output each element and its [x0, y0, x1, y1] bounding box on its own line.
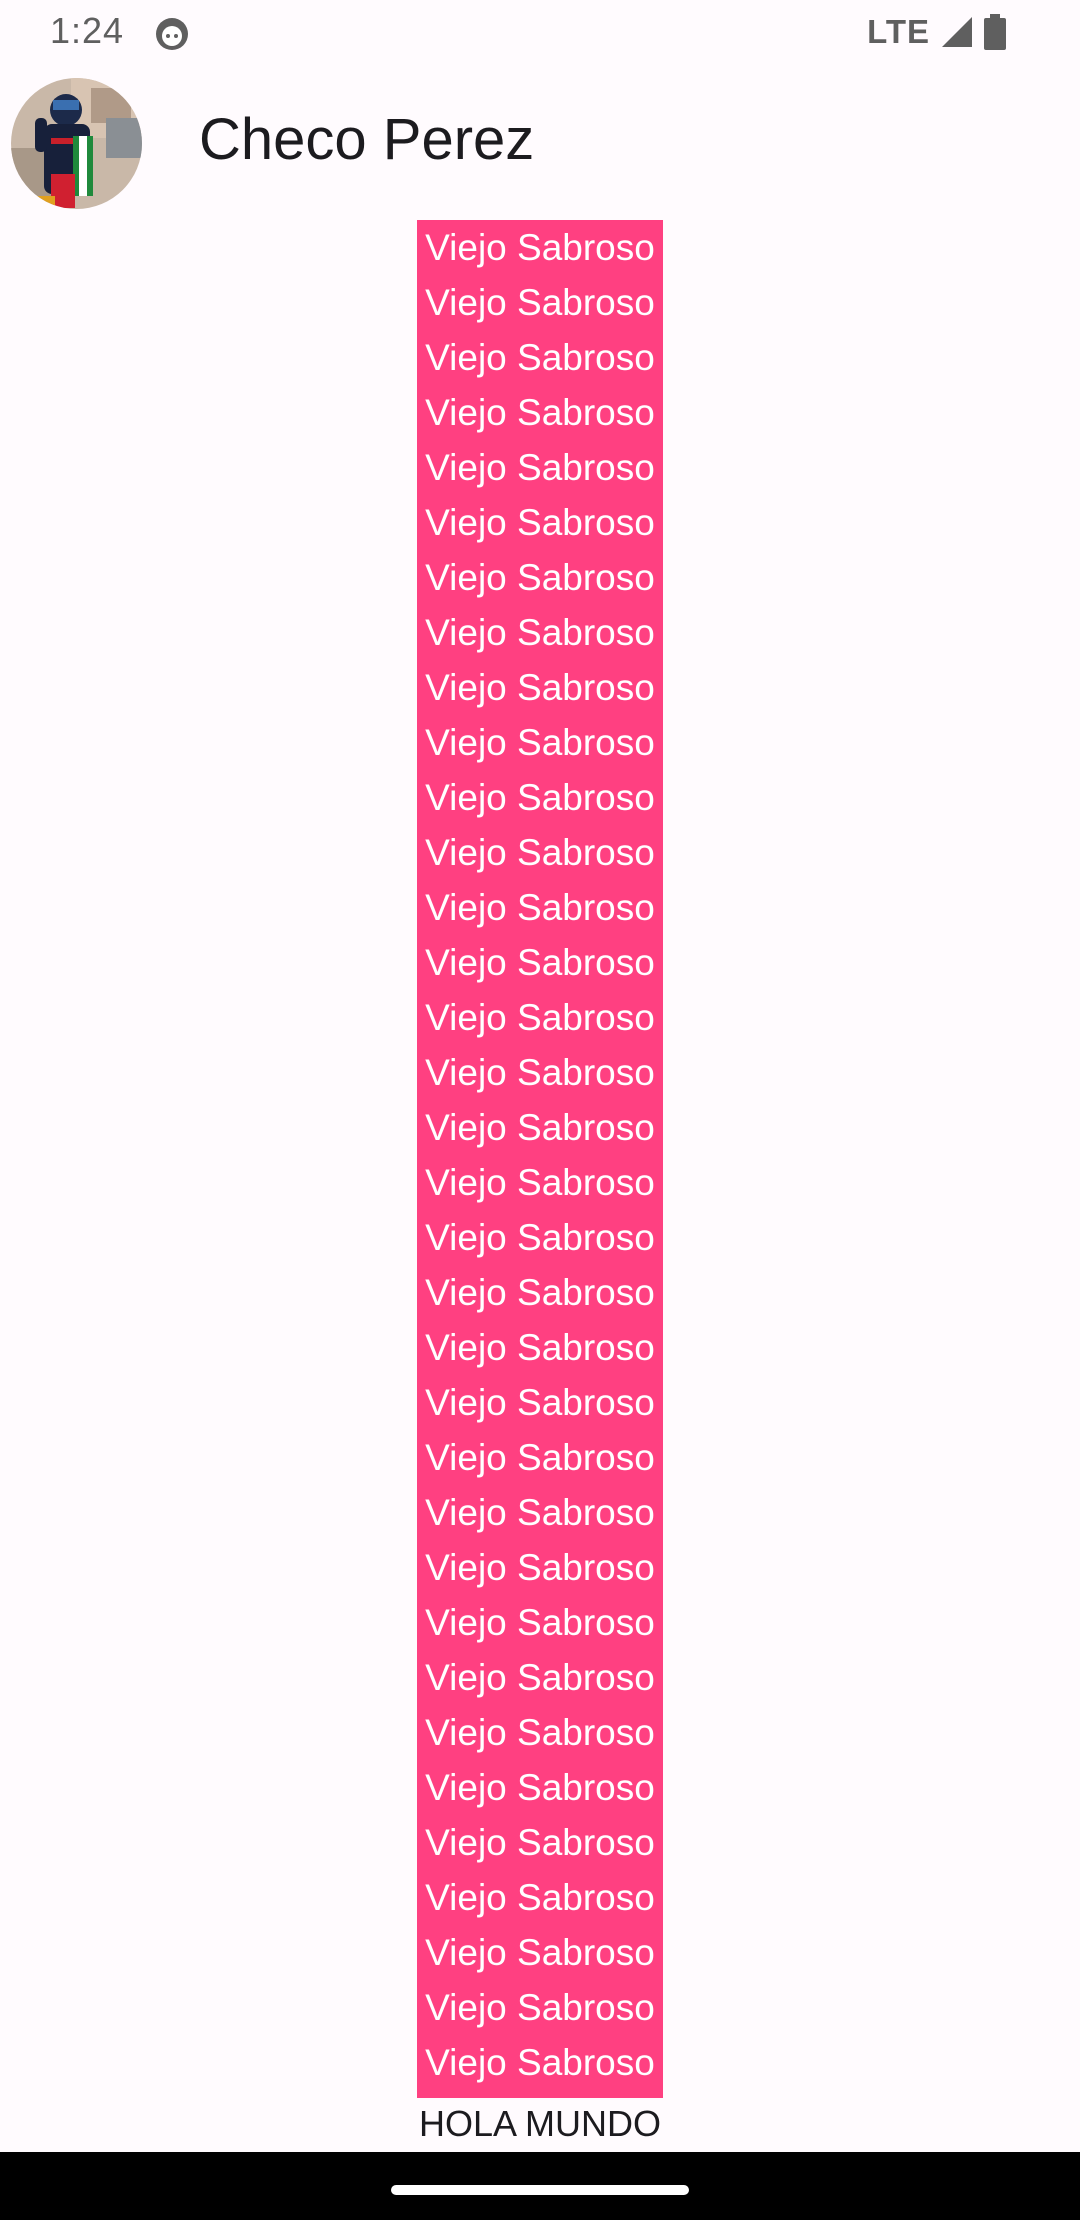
- list-item: Viejo Sabroso: [425, 1052, 655, 1093]
- footer-label: HOLA MUNDO: [418, 2103, 662, 2144]
- list-item: Viejo Sabroso: [425, 1657, 655, 1698]
- item-list[interactable]: Viejo Sabroso Viejo Sabroso Viejo Sabroso V…: [417, 220, 663, 2098]
- avatar[interactable]: [11, 78, 142, 209]
- list-item: Viejo Sabroso: [425, 832, 655, 873]
- list-item: Viejo Sabroso: [425, 1217, 655, 1258]
- list-item: Viejo Sabroso: [425, 227, 655, 268]
- list-item: Viejo Sabroso: [425, 1602, 655, 1643]
- list-item: Viejo Sabroso: [425, 1822, 655, 1863]
- list-item: Viejo Sabroso: [425, 1767, 655, 1808]
- list-item: Viejo Sabroso: [425, 1932, 655, 1973]
- list-item: Viejo Sabroso: [425, 1382, 655, 1423]
- app-header: Checo Perez: [0, 74, 1080, 214]
- battery-icon: [984, 14, 1006, 50]
- status-time: 1:24: [50, 10, 125, 51]
- list-item: Viejo Sabroso: [425, 392, 655, 433]
- page-title: Checo Perez: [199, 107, 535, 172]
- list-item: Viejo Sabroso: [425, 1712, 655, 1753]
- status-bar: 1:24 LTE: [0, 0, 1080, 64]
- list-item: Viejo Sabroso: [425, 777, 655, 818]
- home-gesture-handle[interactable]: [391, 2185, 689, 2195]
- list-item: Viejo Sabroso: [425, 1547, 655, 1588]
- list-item: Viejo Sabroso: [425, 667, 655, 708]
- status-indicators: LTE: [867, 10, 1006, 54]
- list-item: Viejo Sabroso: [425, 1272, 655, 1313]
- signal-icon: [942, 17, 972, 47]
- list-item: Viejo Sabroso: [425, 1107, 655, 1148]
- android-app-icon: [156, 18, 188, 50]
- list-item: Viejo Sabroso: [425, 2042, 655, 2083]
- list-item: Viejo Sabroso: [425, 282, 655, 323]
- list-item: Viejo Sabroso: [425, 337, 655, 378]
- list-item: Viejo Sabroso: [425, 447, 655, 488]
- network-type-label: LTE: [867, 13, 930, 50]
- list-item: Viejo Sabroso: [425, 942, 655, 983]
- list-item: Viejo Sabroso: [425, 722, 655, 763]
- list-item: Viejo Sabroso: [425, 1327, 655, 1368]
- list-item: Viejo Sabroso: [425, 887, 655, 928]
- list-item: Viejo Sabroso: [425, 1492, 655, 1533]
- avatar-photo: [11, 78, 142, 209]
- list-item: Viejo Sabroso: [425, 1877, 655, 1918]
- list-item: Viejo Sabroso: [425, 502, 655, 543]
- list-item: Viejo Sabroso: [425, 612, 655, 653]
- list-item: Viejo Sabroso: [425, 997, 655, 1038]
- list-item: Viejo Sabroso: [425, 1162, 655, 1203]
- list-item: Viejo Sabroso: [425, 1437, 655, 1478]
- list-item: Viejo Sabroso: [425, 557, 655, 598]
- list-item: Viejo Sabroso: [425, 1987, 655, 2028]
- navigation-bar: [0, 2152, 1080, 2220]
